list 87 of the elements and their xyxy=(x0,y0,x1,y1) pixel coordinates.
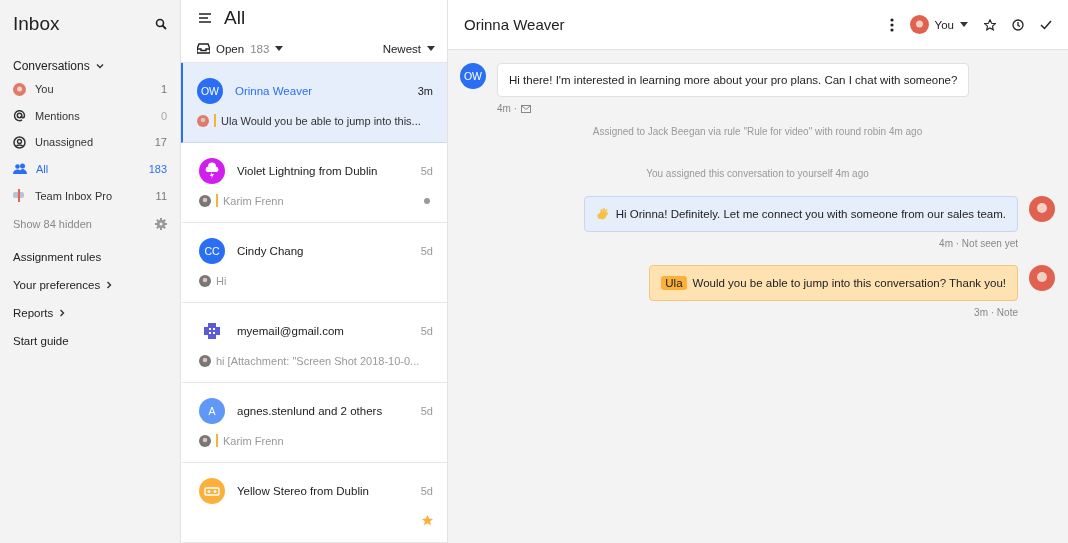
conversations-toggle[interactable]: Conversations xyxy=(13,56,104,76)
chevron-down-icon xyxy=(95,63,104,69)
message-bubble: Hi Orinna! Definitely. Let me connect you with someone from our sales team. xyxy=(583,196,1018,232)
sidebar-link[interactable]: Start guide xyxy=(13,326,69,355)
menu-icon[interactable] xyxy=(199,12,211,23)
avatar-icon xyxy=(909,15,929,34)
conversation-item[interactable]: CC Cindy Chang 5d Hi xyxy=(181,223,447,303)
contact-name: Yellow Stereo from Dublin xyxy=(237,485,370,497)
avatar-icon xyxy=(197,114,209,127)
search-icon[interactable] xyxy=(155,18,167,30)
sidebar-link[interactable]: Reports xyxy=(13,298,66,327)
contact-name: Violet Lightning from Dublin xyxy=(237,165,379,177)
conversation-item[interactable]: OW Orinna Weaver 3m Ula Would you be able to jump into this... xyxy=(181,63,447,143)
sidebar-item[interactable]: Mentions 0 xyxy=(13,102,167,130)
count: 1 xyxy=(160,83,167,96)
message-preview: hi [Attachment: "Screen Shot 2018-10-0... xyxy=(216,354,420,367)
message-preview: Ula Would you be able to jump into this... xyxy=(221,114,421,127)
count: 11 xyxy=(155,189,167,202)
time-label: 3m xyxy=(417,85,433,97)
count: 17 xyxy=(154,136,167,149)
tray-icon xyxy=(197,43,210,55)
conversation-title: Orinna Weaver xyxy=(464,16,566,33)
envelope-icon xyxy=(521,104,531,113)
status-filter[interactable]: Open 183 xyxy=(197,42,284,55)
list-title: All xyxy=(224,6,246,29)
people-icon xyxy=(13,163,27,176)
caret-icon xyxy=(427,46,435,52)
message-meta: 4m · Not seen yet xyxy=(939,238,1018,249)
mailbox-icon xyxy=(13,189,26,203)
sidebar-item[interactable]: You 1 xyxy=(13,76,167,103)
message-meta: 3m · Note xyxy=(974,307,1018,318)
avatar-icon xyxy=(1029,265,1055,291)
time-label: 5d xyxy=(420,485,433,497)
caret-icon xyxy=(275,46,284,52)
avatar-icon xyxy=(13,82,26,96)
contact-name: Orinna Weaver xyxy=(235,85,314,97)
star-icon[interactable] xyxy=(422,515,433,526)
sidebar-link[interactable]: Assignment rules xyxy=(13,242,102,271)
contact-name: agnes.stenlund and 2 others xyxy=(237,405,384,417)
conversation-item[interactable]: A agnes.stenlund and 2 others 5d Karim Frenn xyxy=(181,383,447,463)
message-bubble: Hi there! I'm interested in learning more about your pro plans. Can I chat with someone? xyxy=(497,63,970,97)
message-preview: Karim Frenn xyxy=(223,194,284,207)
initials-avatar: A xyxy=(199,398,225,424)
at-sign-icon xyxy=(13,109,26,123)
event-text: Assigned to Jack Beegan via rule "Rule for video" with round robin 4m ago xyxy=(591,126,924,137)
time-label: 5d xyxy=(420,405,433,417)
assignee-dropdown[interactable]: You xyxy=(909,15,968,34)
avatar-icon xyxy=(199,354,211,367)
sidebar-item[interactable]: Unassigned 17 xyxy=(13,129,167,156)
initials-avatar: CC xyxy=(199,238,225,264)
avatar-icon xyxy=(1029,196,1055,222)
time-label: 5d xyxy=(420,165,433,177)
inbox-title: Inbox xyxy=(13,13,60,35)
message-meta: 4m · xyxy=(497,103,517,114)
waving-hand-icon xyxy=(595,207,610,221)
sidebar-item[interactable]: All 183 xyxy=(13,155,167,183)
contact-name: myemail@gmail.com xyxy=(237,325,345,337)
clock-icon[interactable] xyxy=(1012,18,1024,31)
time-label: 5d xyxy=(420,325,433,337)
avatar-icon xyxy=(199,274,211,287)
event-text: You assigned this conversation to yourself 4m ago xyxy=(645,168,870,179)
chevron-right-icon xyxy=(59,308,66,317)
checkmark-icon[interactable] xyxy=(1040,19,1052,30)
sort-dropdown[interactable]: Newest xyxy=(382,42,435,55)
initials-avatar: OW xyxy=(197,78,223,104)
message-preview: Karim Frenn xyxy=(223,434,284,447)
count: 183 xyxy=(148,163,167,176)
sidebar-link[interactable]: Your preferences xyxy=(13,270,113,299)
more-icon[interactable] xyxy=(889,17,894,32)
count: 0 xyxy=(160,109,167,122)
user-circle-icon xyxy=(13,136,26,149)
conversation-item[interactable]: Violet Lightning from Dublin 5d Karim Frenn xyxy=(181,143,447,223)
avatar-icon xyxy=(199,434,211,447)
conversation-item[interactable]: Yellow Stereo from Dublin 5d xyxy=(181,463,447,543)
avatar-icon xyxy=(199,194,211,207)
conversation-item[interactable]: myemail@gmail.com 5d hi [Attachment: "Screen Shot 2018-10-0... xyxy=(181,303,447,383)
time-label: 5d xyxy=(420,245,433,257)
caret-icon xyxy=(960,22,968,27)
initials-avatar: OW xyxy=(460,63,486,89)
message-preview: Hi xyxy=(216,274,227,287)
star-icon[interactable] xyxy=(984,18,996,31)
gear-icon[interactable] xyxy=(155,217,167,230)
note-bubble: Ula Would you be able to jump into this conversation? Thank you! xyxy=(649,265,1018,301)
mention-tag: Ula xyxy=(661,276,687,290)
contact-name: Cindy Chang xyxy=(237,245,305,257)
sidebar-item[interactable]: Team Inbox Pro 11 xyxy=(13,182,167,209)
chevron-right-icon xyxy=(106,280,113,289)
